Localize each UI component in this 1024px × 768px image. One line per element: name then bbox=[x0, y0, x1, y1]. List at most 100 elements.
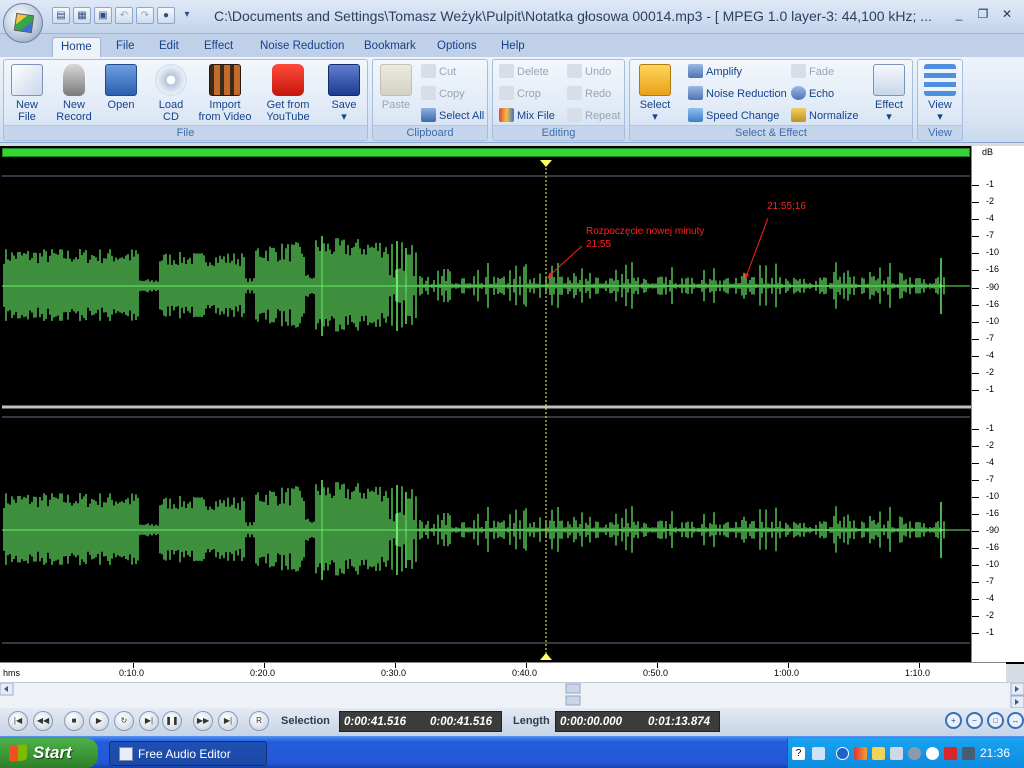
undo-button[interactable]: Undo bbox=[567, 62, 611, 82]
load-cd-button[interactable]: Load CD bbox=[152, 62, 190, 123]
clipboard-group-label: Clipboard bbox=[373, 125, 487, 139]
safely-remove-icon[interactable] bbox=[962, 747, 975, 760]
open-icon[interactable]: ▦ bbox=[73, 7, 91, 24]
open-button[interactable]: Open bbox=[102, 62, 140, 111]
fade-button[interactable]: Fade bbox=[791, 62, 834, 82]
zoom-in-icon[interactable]: + bbox=[945, 712, 962, 729]
copy-button[interactable]: Copy bbox=[421, 84, 465, 104]
time-axis-label: 0:30.0 bbox=[381, 668, 407, 678]
select-waveform-icon bbox=[639, 64, 671, 96]
noise-reduction-button[interactable]: Noise Reduction bbox=[688, 84, 787, 104]
window-controls: _ ❐ ✕ bbox=[948, 6, 1018, 24]
top-db-tick-mark bbox=[972, 253, 979, 255]
fast-forward-icon[interactable]: ▶▶ bbox=[193, 711, 213, 731]
windows-logo-icon bbox=[9, 744, 27, 762]
echo-button[interactable]: Echo bbox=[791, 84, 834, 104]
play-icon[interactable]: ▶ bbox=[89, 711, 109, 731]
tab-options[interactable]: Options bbox=[429, 37, 485, 57]
customize-dropdown-icon[interactable]: ▾ bbox=[178, 7, 196, 24]
skip-forward-icon[interactable]: ▶| bbox=[218, 711, 238, 731]
help-icon[interactable]: ? bbox=[792, 747, 805, 760]
redo-button[interactable]: Redo bbox=[567, 84, 611, 104]
rewind-icon[interactable]: ◀◀ bbox=[33, 711, 53, 731]
back-arrow-icon[interactable] bbox=[836, 747, 849, 760]
taskbar-item-free-audio-editor[interactable]: Free Audio Editor bbox=[109, 741, 267, 766]
minimize-button[interactable]: _ bbox=[948, 6, 970, 24]
close-button[interactable]: ✕ bbox=[996, 6, 1018, 24]
tab-file[interactable]: File bbox=[108, 37, 143, 57]
view-button[interactable]: View ▾ bbox=[920, 62, 960, 123]
record-icon[interactable]: ● bbox=[157, 7, 175, 24]
stop-icon[interactable]: ■ bbox=[64, 711, 84, 731]
waveform-canvas[interactable]: Rozpoczęcie nowej minuty 21:55 21:55;16 bbox=[0, 146, 1024, 664]
new-file-icon bbox=[11, 64, 43, 96]
time-axis-label: 0:20.0 bbox=[250, 668, 276, 678]
tray-app-icon[interactable] bbox=[872, 747, 885, 760]
audio-app-icon[interactable] bbox=[854, 747, 867, 760]
start-button[interactable]: Start bbox=[0, 738, 98, 768]
scrollbar-graphic[interactable] bbox=[0, 682, 1024, 709]
tab-effect[interactable]: Effect bbox=[196, 37, 241, 57]
new-file-button[interactable]: New File bbox=[8, 62, 46, 123]
application-menu-orb[interactable] bbox=[3, 3, 43, 43]
tab-home[interactable]: Home bbox=[52, 37, 101, 57]
play-selection-icon[interactable]: ▶| bbox=[139, 711, 159, 731]
left-channel-waveform bbox=[3, 238, 945, 332]
annotation-second-marker: 21:55;16 bbox=[767, 201, 806, 212]
skip-back-icon[interactable]: |◀ bbox=[8, 711, 28, 731]
maximize-button[interactable]: ❐ bbox=[972, 6, 994, 24]
zoom-thumb[interactable] bbox=[565, 695, 581, 706]
zoom-selection-icon[interactable]: □ bbox=[987, 712, 1004, 729]
horizontal-scrollbar[interactable] bbox=[0, 682, 1024, 709]
record-button[interactable]: R bbox=[249, 711, 269, 731]
overview-bar[interactable] bbox=[2, 148, 970, 157]
monitor-icon[interactable] bbox=[890, 747, 903, 760]
new-record-button[interactable]: New Record bbox=[52, 62, 96, 123]
top-db-tick-mark bbox=[972, 270, 979, 272]
bottom-db-tick: -4 bbox=[986, 457, 995, 467]
get-from-youtube-button[interactable]: Get from YouTube bbox=[259, 62, 317, 123]
tab-bookmark[interactable]: Bookmark bbox=[356, 37, 424, 57]
waveform-display[interactable]: Rozpoczęcie nowej minuty 21:55 21:55;16 bbox=[0, 146, 1024, 664]
amplify-icon bbox=[688, 64, 703, 78]
length-start: 0:00:00.000 bbox=[560, 716, 623, 728]
select-all-button[interactable]: Select All bbox=[421, 106, 484, 126]
antivirus-icon[interactable] bbox=[926, 747, 939, 760]
zoom-out-icon[interactable]: − bbox=[966, 712, 983, 729]
cut-button[interactable]: Cut bbox=[421, 62, 456, 82]
speed-change-button[interactable]: Speed Change bbox=[688, 106, 779, 126]
amplify-button[interactable]: Amplify bbox=[688, 62, 742, 82]
bottom-db-tick: -4 bbox=[986, 593, 995, 603]
zoom-full-icon[interactable]: ↔ bbox=[1007, 712, 1024, 729]
undo-icon[interactable]: ↶ bbox=[115, 7, 133, 24]
time-axis-label: 0:40.0 bbox=[512, 668, 538, 678]
paste-button[interactable]: Paste bbox=[377, 62, 415, 111]
loop-icon[interactable]: ↻ bbox=[114, 711, 134, 731]
select-button[interactable]: Select ▾ bbox=[634, 62, 676, 123]
new-file-icon[interactable]: ▤ bbox=[52, 7, 70, 24]
crop-button[interactable]: Crop bbox=[499, 84, 541, 104]
repeat-button[interactable]: Repeat bbox=[567, 106, 620, 126]
save-icon[interactable]: ▣ bbox=[94, 7, 112, 24]
normalize-button[interactable]: Normalize bbox=[791, 106, 859, 126]
select-all-icon bbox=[421, 108, 436, 122]
tab-edit[interactable]: Edit bbox=[151, 37, 187, 57]
volume-icon[interactable] bbox=[908, 747, 921, 760]
tab-noise-reduction[interactable]: Noise Reduction bbox=[252, 37, 352, 57]
cd-icon bbox=[155, 64, 187, 96]
import-from-video-button[interactable]: Import from Video bbox=[197, 62, 253, 123]
redo-icon[interactable]: ↷ bbox=[136, 7, 154, 24]
mix-file-button[interactable]: Mix File bbox=[499, 106, 555, 126]
delete-button[interactable]: Delete bbox=[499, 62, 549, 82]
db-ruler-header: dB bbox=[982, 147, 994, 157]
network-icon[interactable] bbox=[812, 747, 825, 760]
effect-button[interactable]: Effect ▾ bbox=[868, 62, 910, 123]
scroll-thumb[interactable] bbox=[565, 683, 581, 694]
bottom-db-tick: -7 bbox=[986, 576, 995, 586]
ati-icon[interactable] bbox=[944, 747, 957, 760]
top-db-tick: -1 bbox=[986, 384, 995, 394]
save-button[interactable]: Save ▾ bbox=[325, 62, 363, 123]
pause-icon[interactable]: ❚❚ bbox=[162, 711, 182, 731]
tab-help[interactable]: Help bbox=[493, 37, 533, 57]
top-db-tick-mark bbox=[972, 202, 979, 204]
